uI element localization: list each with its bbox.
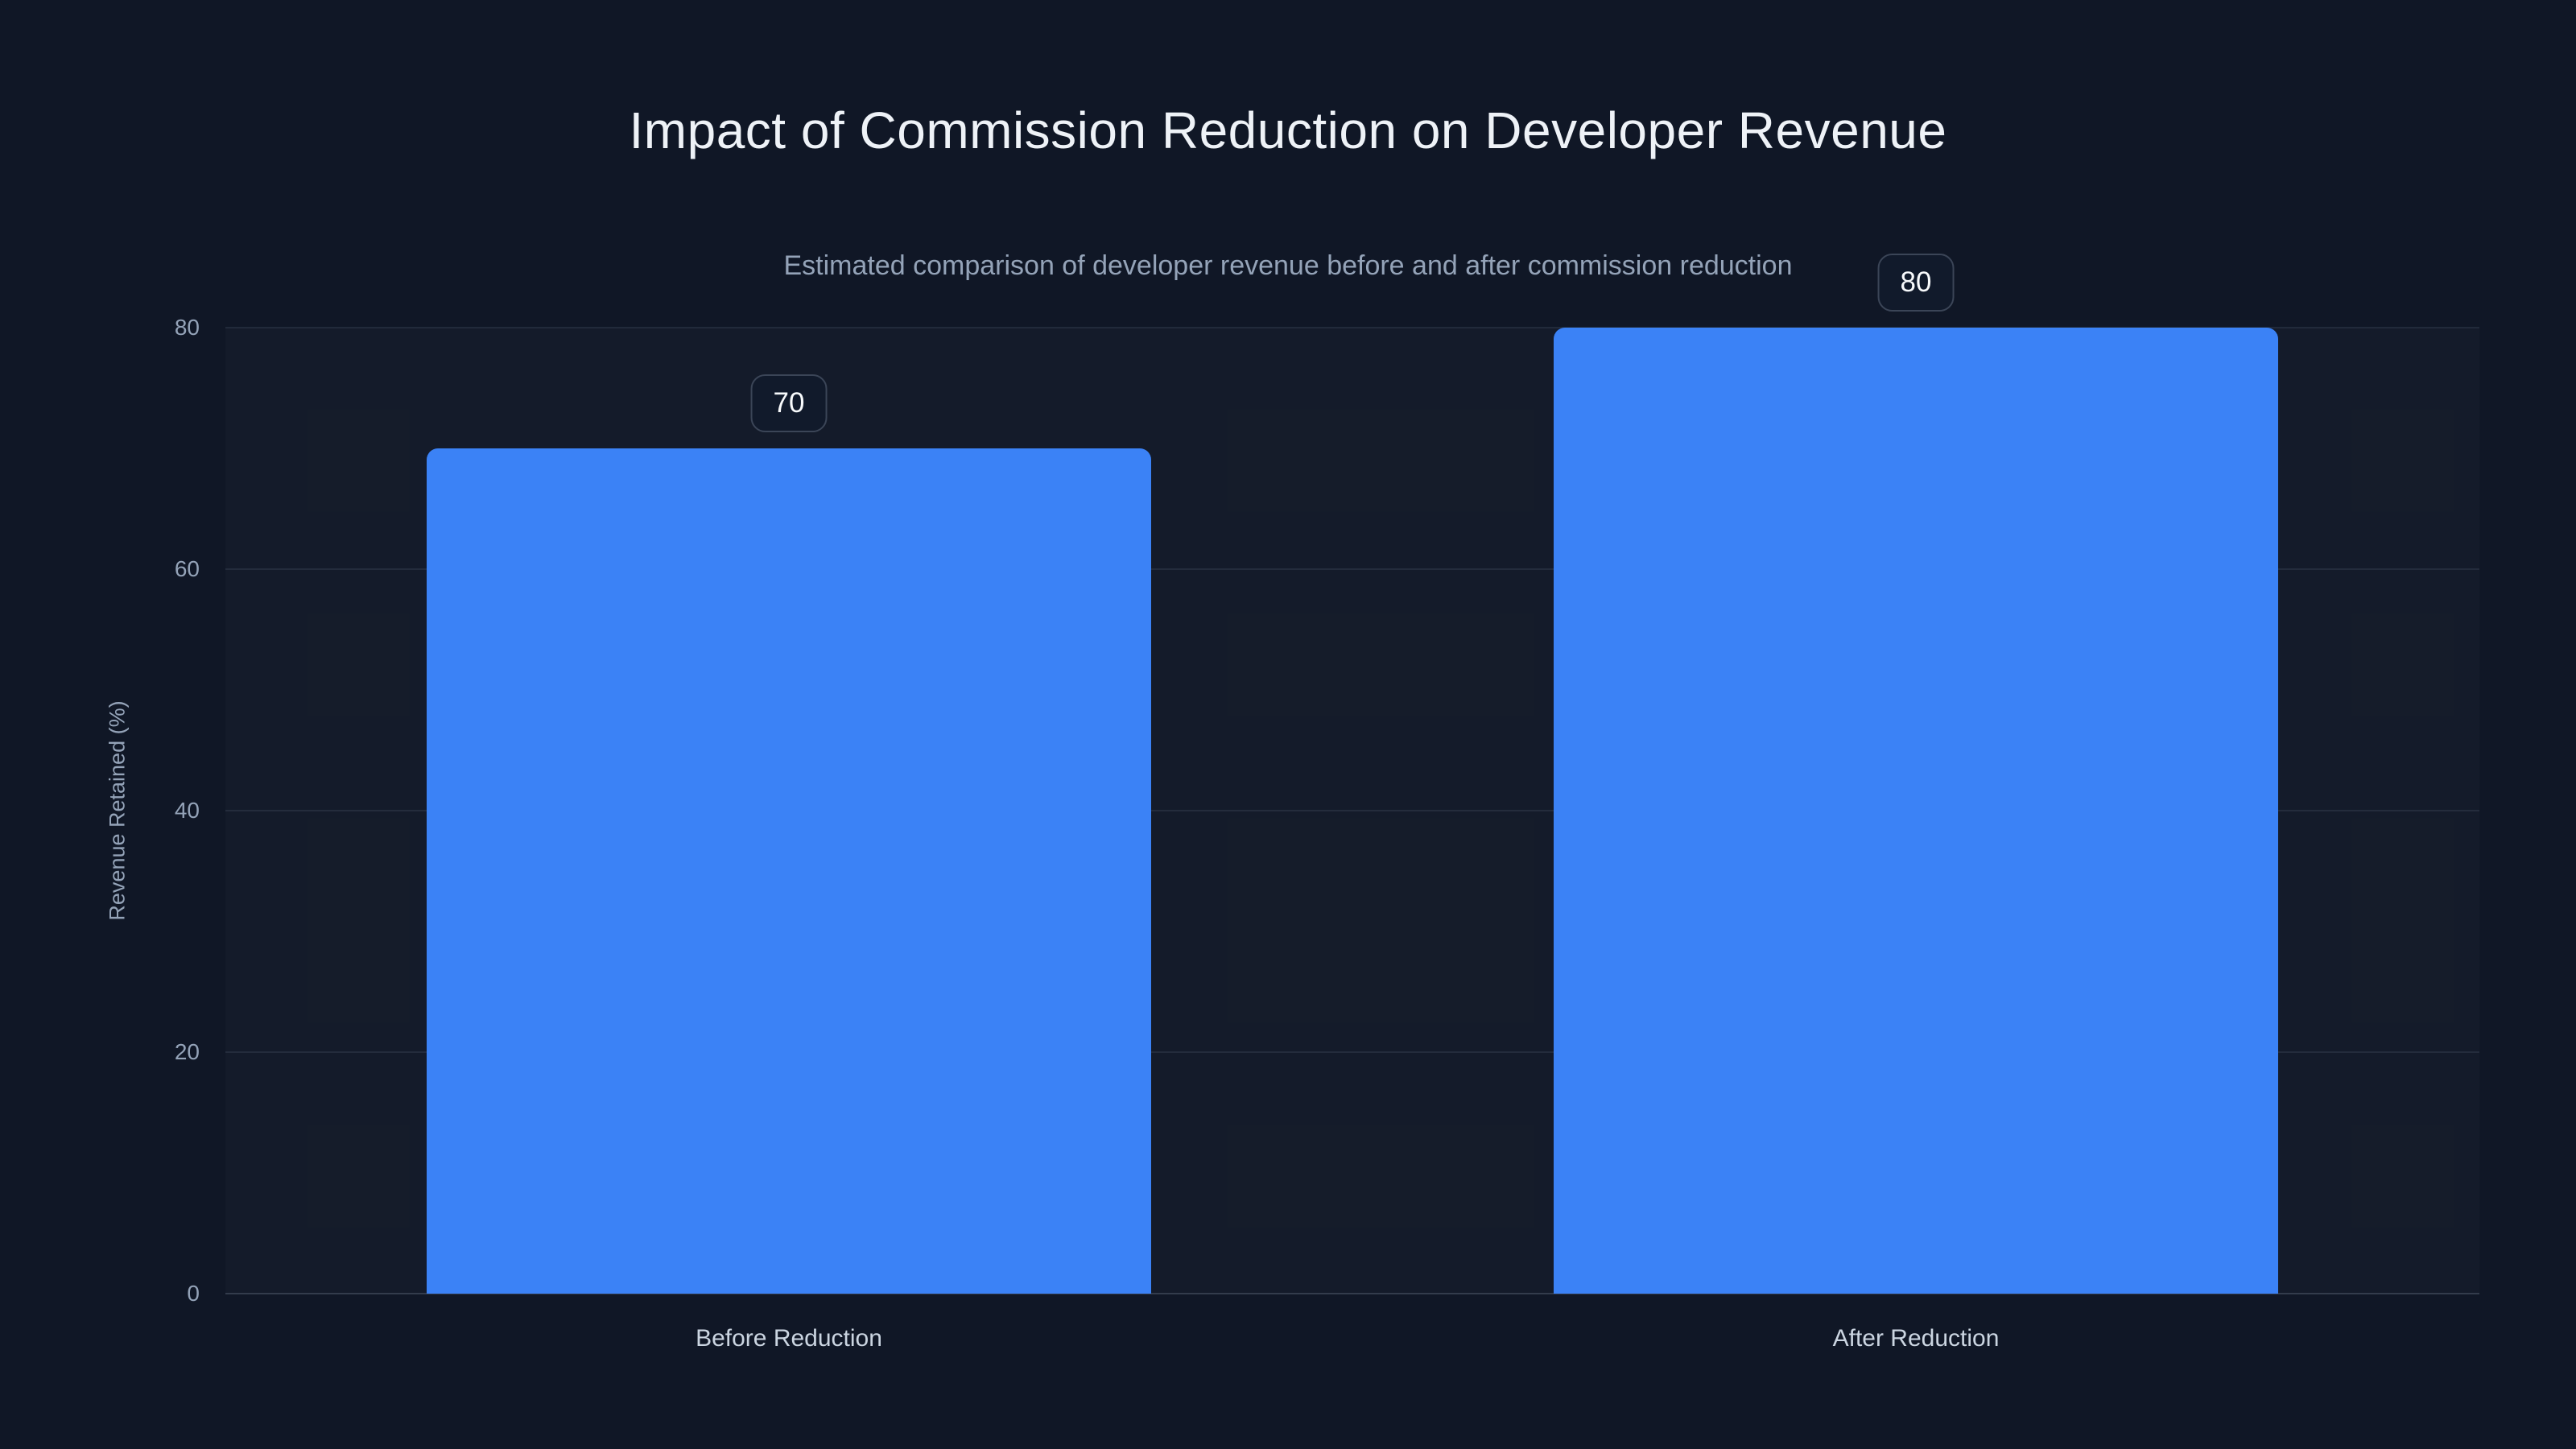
chart-subtitle: Estimated comparison of developer revenu… <box>783 250 1793 281</box>
y-tick-label: 80 <box>174 315 200 340</box>
x-category-label: After Reduction <box>1832 1325 2000 1352</box>
bar-value-badge: 80 <box>1877 254 1955 312</box>
y-tick-label: 40 <box>174 798 200 823</box>
y-tick-label: 20 <box>174 1039 200 1064</box>
bar-chart: Impact of Commission Reduction on Develo… <box>0 0 2576 1449</box>
chart-title: Impact of Commission Reduction on Develo… <box>629 101 1947 159</box>
plot-area <box>225 327 2479 1294</box>
y-tick-label: 60 <box>174 556 200 581</box>
y-tick-label: 0 <box>187 1281 200 1306</box>
bar-value-badge: 70 <box>750 374 828 432</box>
x-category-label: Before Reduction <box>696 1325 882 1352</box>
bar <box>427 448 1151 1294</box>
bar <box>1554 328 2278 1294</box>
